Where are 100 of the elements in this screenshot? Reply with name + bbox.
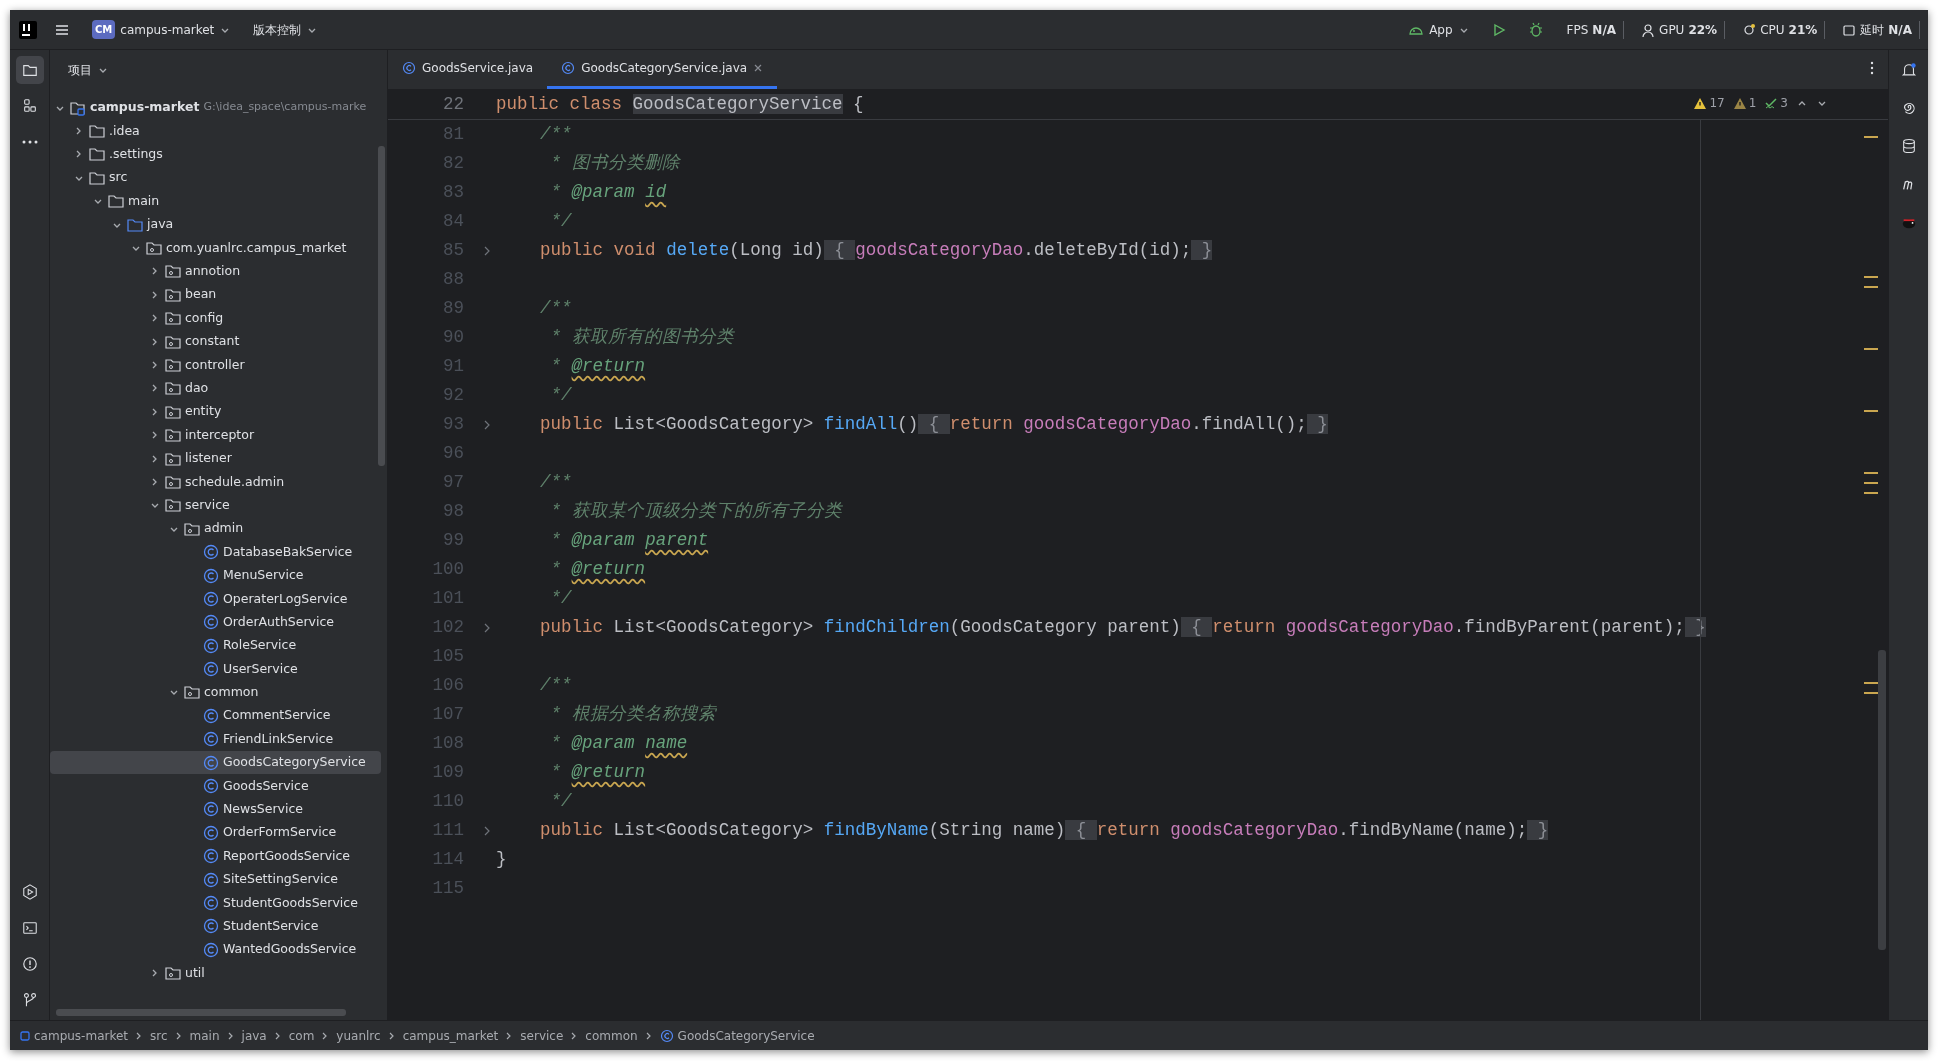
item-label: controller [185, 355, 245, 374]
tree-item[interactable]: OrderAuthService [50, 610, 381, 634]
monitor-label: 延时 [1860, 21, 1885, 39]
tree-item[interactable]: config [50, 306, 381, 330]
tree-item[interactable]: StudentGoodsService [50, 891, 381, 915]
scrollbar[interactable] [378, 146, 385, 466]
breadcrumb-item[interactable]: campus_market [402, 1026, 499, 1045]
typo-count[interactable]: 3 [1764, 94, 1788, 112]
class-icon [203, 754, 219, 771]
tree-item[interactable]: src [50, 166, 381, 190]
item-label: OperaterLogService [223, 589, 348, 608]
class-icon [203, 848, 219, 865]
scrollbar[interactable] [56, 1009, 346, 1016]
weak-warning-count[interactable]: 1 [1732, 94, 1757, 112]
tree-item[interactable]: annotion [50, 259, 381, 284]
tree-item[interactable]: com.yuanlrc.campus_market [50, 236, 381, 260]
item-label: GoodsCategoryService [223, 753, 366, 772]
vcs-dropdown[interactable]: 版本控制 [247, 17, 325, 42]
package-folder-icon [165, 357, 181, 373]
code-line: public List<GoodsCategory> findByName(String name) { return goodsCategoryDao.findByName(name); } [539, 819, 1549, 843]
tree-item[interactable]: StudentService [50, 914, 381, 939]
tree-item[interactable]: .settings [50, 142, 381, 167]
tree-item[interactable]: interceptor [50, 423, 381, 447]
scrollbar[interactable] [1878, 650, 1886, 950]
tree-item[interactable]: admin [50, 517, 381, 541]
tree-item[interactable]: service [50, 493, 381, 518]
tree-item[interactable]: OperaterLogService [50, 587, 381, 611]
breadcrumb-item[interactable]: service [520, 1026, 564, 1045]
tree-item[interactable]: common [50, 680, 381, 705]
tree-item[interactable]: GoodsCategoryService [50, 750, 381, 775]
code-line: /** [539, 674, 572, 698]
breadcrumb-item[interactable]: campus-market [20, 1026, 129, 1045]
tree-item[interactable]: listener [50, 446, 381, 471]
class-icon [203, 824, 219, 841]
package-folder-icon [165, 473, 181, 490]
code-line: * @return [549, 355, 646, 379]
tree-item[interactable]: main [50, 189, 381, 213]
tree-item[interactable]: DatabaseBakService [50, 540, 381, 564]
monitor-label: FPS [1566, 21, 1589, 39]
class-icon [203, 590, 219, 607]
tree-item[interactable]: MenuService [50, 563, 381, 588]
play-icon [1491, 22, 1506, 37]
project-tool-button[interactable] [15, 56, 44, 84]
tree-item[interactable]: constant [50, 329, 381, 354]
breadcrumb-item[interactable]: src [150, 1026, 168, 1045]
tree-item[interactable]: NewsService [50, 797, 381, 822]
tree-item[interactable]: campus-market G:\idea_space\campus-marke [50, 96, 381, 120]
class-icon [561, 61, 576, 75]
tree-item[interactable]: CommentService [50, 704, 381, 728]
run-config-dropdown[interactable]: App [1402, 17, 1476, 42]
item-label: SiteSettingService [223, 870, 338, 889]
breadcrumb-item[interactable]: main [189, 1026, 220, 1045]
code-line: */ [549, 790, 572, 814]
module-folder-icon [70, 99, 86, 116]
breadcrumb-item[interactable]: common [585, 1026, 638, 1045]
tree-item[interactable]: bean [50, 283, 381, 307]
breadcrumb-item[interactable]: GoodsCategoryService [659, 1026, 815, 1045]
tree-item[interactable]: GoodsService [50, 774, 381, 798]
code-line: } [496, 848, 507, 872]
class-icon [203, 661, 219, 678]
breadcrumb-item[interactable]: java [241, 1026, 267, 1045]
warning-icon [1693, 96, 1708, 110]
tree-item[interactable]: FriendLinkService [50, 727, 381, 751]
breadcrumb-item[interactable]: yuanlrc [336, 1026, 381, 1045]
class-icon [659, 1028, 674, 1043]
folder-icon [127, 216, 143, 233]
tree-item[interactable]: RoleService [50, 634, 381, 658]
breadcrumb-item[interactable]: com [288, 1026, 315, 1045]
editor-tab[interactable]: GoodsCategoryService.java [547, 50, 778, 89]
tree-item[interactable]: OrderFormService [50, 821, 381, 845]
class-icon [203, 567, 219, 584]
tree-item[interactable]: controller [50, 353, 381, 377]
item-label: OrderAuthService [223, 612, 335, 631]
item-label: campus-market [90, 98, 200, 117]
monitor-value: N/A [1888, 21, 1912, 39]
tree-item[interactable]: .idea [50, 119, 381, 143]
tree-item[interactable]: schedule.admin [50, 470, 381, 494]
tree-item[interactable]: UserService [50, 657, 381, 681]
tree-item[interactable]: java [50, 212, 381, 237]
tree-item[interactable]: SiteSettingService [50, 867, 381, 892]
class-icon [203, 707, 219, 724]
panel-title-dropdown[interactable]: 项目 [62, 58, 115, 82]
editor-tab[interactable]: GoodsService.java [388, 50, 548, 89]
item-label: UserService [223, 659, 298, 678]
warning-count[interactable]: 17 [1693, 94, 1725, 112]
item-label: main [128, 191, 160, 210]
item-label: annotion [185, 262, 241, 281]
tree-item[interactable]: entity [50, 400, 381, 424]
code-line: * 图书分类删除 [549, 152, 680, 176]
item-label: StudentGoodsService [223, 893, 358, 912]
project-dropdown[interactable]: CM campus-market [86, 17, 238, 42]
item-label: bean [185, 285, 217, 304]
tree-item[interactable]: util [50, 961, 381, 985]
class-icon [402, 61, 416, 75]
code-line: * 获取所有的图书分类 [549, 326, 734, 350]
class-icon [203, 778, 219, 794]
tree-item[interactable]: WantedGoodsService [50, 938, 381, 962]
tree-item[interactable]: dao [50, 376, 381, 401]
close-icon [753, 63, 764, 73]
tree-item[interactable]: ReportGoodsService [50, 844, 381, 868]
